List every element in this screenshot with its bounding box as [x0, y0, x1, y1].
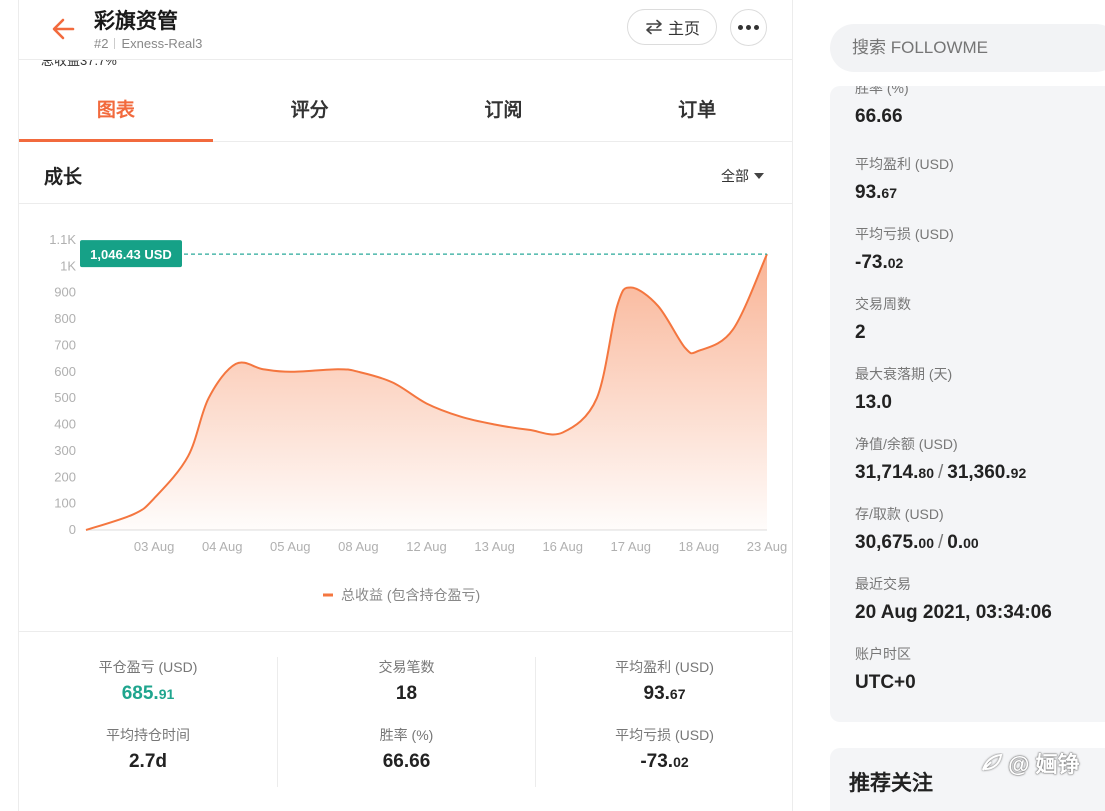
account-info-card: 胜率 (%) 66.66 平均盈利 (USD) 93.67 平均亏损 (USD)…: [830, 86, 1105, 722]
y-tick-label: 500: [54, 390, 76, 405]
info-value: 20 Aug 2021, 03:34:06: [855, 602, 1052, 623]
swap-icon: [646, 19, 662, 35]
avg-hold-time-value: 2.7d: [128, 751, 168, 772]
info-value: -73.02: [855, 252, 904, 273]
caret-down-icon: [754, 173, 764, 179]
legend-label: 总收益 (包含持仓盈亏): [341, 587, 480, 603]
avg-loss-label: 平均亏损 (USD): [615, 727, 714, 743]
stats-column-1: 平仓盈亏 (USD) 685.91 平均持仓时间 2.7d: [19, 657, 277, 787]
info-label: 胜率 (%): [855, 86, 909, 96]
growth-title: 成长: [44, 167, 83, 188]
info-timezone: 账户时区 UTC+0: [855, 644, 916, 694]
back-button[interactable]: [49, 14, 79, 44]
info-value: 31,714.80/31,360.92: [855, 462, 1027, 483]
growth-area: [86, 254, 767, 530]
avg-hold-time-label: 平均持仓时间: [106, 727, 190, 743]
y-tick-label: 900: [54, 285, 76, 300]
main-panel: 彩旗资管 #2 Exness-Real3 主页 总收益37.7% 图表 评分 订阅…: [18, 0, 793, 811]
x-tick-label: 23 Aug: [747, 539, 788, 554]
trade-count-value: 18: [395, 683, 418, 704]
info-max-drawdown-period: 最大衰落期 (天) 13.0: [855, 364, 952, 414]
closed-pnl-label: 平仓盈亏 (USD): [98, 659, 198, 675]
x-tick-label: 13 Aug: [474, 539, 515, 554]
rank-badge: #2: [94, 36, 109, 51]
stats-column-2: 交易笔数 18 胜率 (%) 66.66: [277, 657, 535, 787]
info-deposit-withdraw: 存/取款 (USD) 30,675.00/0.00: [855, 504, 979, 554]
x-tick-label: 12 Aug: [406, 539, 447, 554]
tab-chart[interactable]: 图表: [19, 82, 213, 142]
tab-subscription[interactable]: 订阅: [407, 82, 601, 141]
y-tick-label: 800: [54, 311, 76, 326]
win-rate-value: 66.66: [382, 751, 431, 772]
y-tick-label: 400: [54, 417, 76, 432]
tab-orders[interactable]: 订单: [600, 82, 792, 141]
range-value: 全部: [721, 168, 749, 184]
x-tick-label: 03 Aug: [134, 539, 175, 554]
home-button[interactable]: 主页: [627, 9, 717, 45]
y-tick-label: 200: [54, 469, 76, 484]
info-label: 最近交易: [855, 576, 911, 592]
home-label: 主页: [667, 21, 700, 38]
info-label: 平均盈利 (USD): [855, 156, 954, 172]
more-dots-icon: [738, 25, 743, 30]
info-value: 2: [855, 322, 866, 343]
stats-panel: 平仓盈亏 (USD) 685.91 平均持仓时间 2.7d 交易笔数 18 胜率…: [19, 631, 792, 811]
tab-bar: 图表 评分 订阅 订单: [19, 82, 792, 142]
y-tick-label: 1.1K: [49, 232, 76, 247]
info-label: 存/取款 (USD): [855, 506, 944, 522]
header: 彩旗资管 #2 Exness-Real3 主页: [19, 0, 792, 60]
info-last-trade: 最近交易 20 Aug 2021, 03:34:06: [855, 574, 1052, 624]
info-value: 66.66: [855, 106, 903, 127]
info-label: 净值/余额 (USD): [855, 436, 958, 452]
info-value: 30,675.00/0.00: [855, 532, 979, 553]
x-tick-label: 16 Aug: [542, 539, 583, 554]
info-avg-loss: 平均亏损 (USD) -73.02: [855, 224, 954, 274]
search-input[interactable]: [830, 24, 1105, 72]
avg-profit-value: 93.67: [643, 683, 686, 704]
account-subtitle: #2 Exness-Real3: [94, 36, 202, 51]
info-label: 最大衰落期 (天): [855, 366, 953, 382]
y-tick-label: 300: [54, 443, 76, 458]
info-win-rate: 胜率 (%) 66.66: [855, 86, 909, 128]
win-rate-label: 胜率 (%): [379, 727, 434, 743]
recommend-title: 推荐关注: [849, 772, 933, 795]
tab-rating[interactable]: 评分: [213, 82, 407, 141]
x-tick-label: 08 Aug: [338, 539, 379, 554]
closed-pnl-value: 685.91: [121, 683, 175, 704]
range-select[interactable]: 全部: [721, 166, 764, 186]
y-tick-label: 600: [54, 364, 76, 379]
info-equity-balance: 净值/余额 (USD) 31,714.80/31,360.92: [855, 434, 1026, 484]
y-tick-label: 700: [54, 337, 76, 352]
x-tick-label: 18 Aug: [679, 539, 720, 554]
info-label: 交易周数: [855, 296, 911, 312]
leaf-icon: [982, 753, 1003, 771]
trade-count-label: 交易笔数: [378, 659, 435, 675]
info-label: 账户时区: [855, 646, 911, 662]
arrow-left-icon: [52, 18, 75, 40]
x-tick-label: 05 Aug: [270, 539, 311, 554]
info-value: 13.0: [855, 392, 892, 413]
x-tick-label: 04 Aug: [202, 539, 243, 554]
growth-chart[interactable]: 0 100 200 300 400 500 600 700 800 900 1K 1.1K 03 Aug…: [19, 205, 792, 630]
last-value-label: 1,046.43 USD: [90, 247, 172, 262]
y-tick-label: 100: [54, 496, 76, 511]
info-value: 93.67: [855, 182, 897, 203]
growth-chart-svg: 0 100 200 300 400 500 600 700 800 900 1K 1.1K 03 Aug…: [49, 232, 788, 603]
growth-header: 成长 全部: [19, 142, 792, 204]
page-title: 彩旗资管: [94, 10, 178, 33]
stats-column-3: 平均盈利 (USD) 93.67 平均亏损 (USD) -73.02: [535, 657, 792, 787]
y-tick-label: 0: [69, 522, 76, 537]
more-button[interactable]: [730, 9, 767, 46]
y-tick-label: 1K: [60, 258, 76, 273]
info-trade-weeks: 交易周数 2: [855, 294, 911, 344]
account-name: Exness-Real3: [121, 36, 203, 51]
info-label: 平均亏损 (USD): [855, 226, 954, 242]
watermark: @ 婳铮: [980, 747, 1080, 779]
info-avg-profit: 平均盈利 (USD) 93.67: [855, 154, 954, 204]
avg-profit-label: 平均盈利 (USD): [615, 659, 714, 675]
x-tick-label: 17 Aug: [611, 539, 652, 554]
avg-loss-value: -73.02: [640, 751, 689, 772]
info-value: UTC+0: [855, 672, 916, 693]
